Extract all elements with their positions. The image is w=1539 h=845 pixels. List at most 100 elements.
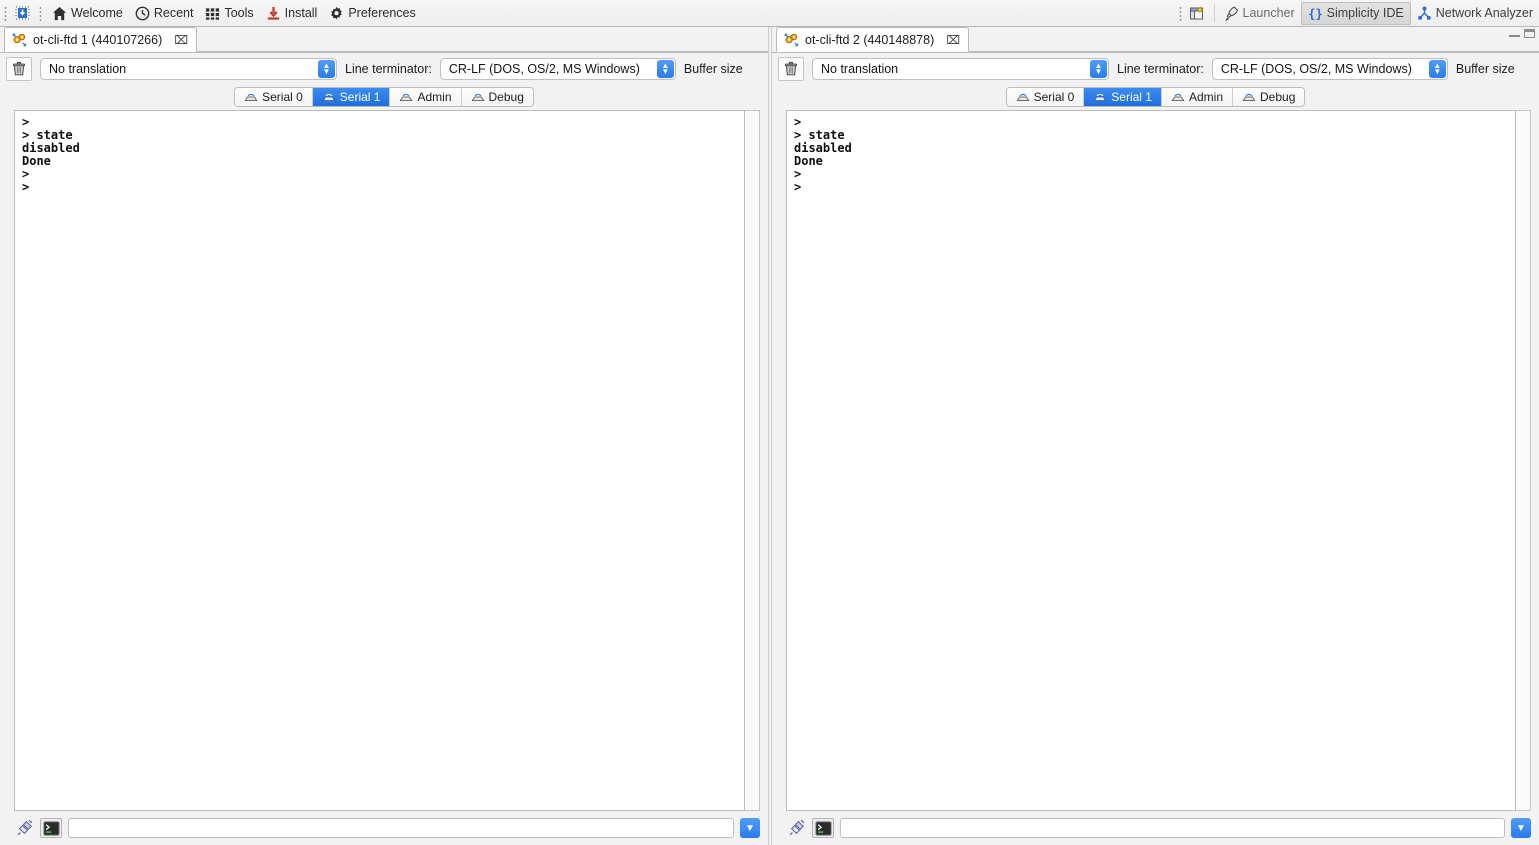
terminal-area-2: > > state disabled Done > > <box>786 110 1531 811</box>
line-terminator-label-2: Line terminator: <box>1117 61 1204 76</box>
minimize-icon[interactable] <box>1509 30 1520 37</box>
perspective-simplicity-ide[interactable]: {} Simplicity IDE <box>1300 1 1411 25</box>
serial-segment-group-1: Serial 0 Serial 1 Admin Debug <box>234 87 534 107</box>
download-icon <box>266 6 281 21</box>
toolbar-separator <box>1213 4 1215 22</box>
toolbar-item-install-label: Install <box>284 6 318 20</box>
perspective-launcher-label: Launcher <box>1242 6 1295 20</box>
editor-tabstrip-1: ot-cli-ftd 1 (440107266) ⌧ <box>0 27 768 53</box>
serial-tab-label: Debug <box>488 90 524 104</box>
serial-tab-label: Admin <box>417 90 452 104</box>
grid-icon <box>205 6 220 21</box>
toolbar-item-welcome-label: Welcome <box>71 6 123 20</box>
close-icon[interactable]: ⌧ <box>174 34 188 46</box>
editor-split-area: ot-cli-ftd 1 (440107266) ⌧ No translatio… <box>0 27 1539 845</box>
terminal-vscrollbar-2[interactable] <box>1516 110 1531 811</box>
translation-combo-value-2: No translation <box>821 61 899 76</box>
console-prompt-icon <box>814 820 832 836</box>
translation-combo-2[interactable]: No translation ▲ ▼ <box>812 57 1109 80</box>
console-prompt-icon-button-1[interactable] <box>40 818 62 838</box>
home-icon <box>52 6 67 21</box>
serial-tab-serial-1-p2[interactable]: Serial 1 <box>1084 88 1162 106</box>
toolbar-grip-2[interactable] <box>38 4 43 22</box>
terminal-output-text-2: > > state disabled Done > > <box>794 115 852 194</box>
chevron-down-icon[interactable]: ▼ <box>740 818 760 838</box>
toolbar-item-welcome[interactable]: Welcome <box>46 2 129 25</box>
terminal-output-box-2[interactable]: > > state disabled Done > > <box>786 110 1516 811</box>
perspective-network-analyzer[interactable]: Network Analyzer <box>1411 2 1539 25</box>
braces-icon: {} <box>1308 6 1323 21</box>
line-terminator-combo-value-1: CR-LF (DOS, OS/2, MS Windows) <box>448 61 640 76</box>
translation-combo-value-1: No translation <box>49 61 127 76</box>
main-toolbar: Welcome Recent Tools Install Preferences… <box>0 0 1539 27</box>
serial-port-icon <box>1016 92 1030 103</box>
terminal-output-text-1: > > state disabled Done > > <box>22 115 80 194</box>
clock-icon <box>135 6 150 21</box>
serial-port-icon <box>1093 92 1107 103</box>
maximize-icon[interactable] <box>1524 29 1535 38</box>
chevron-updown-icon: ▲ ▼ <box>318 59 335 78</box>
gear-icon <box>329 6 344 21</box>
translation-combo-1[interactable]: No translation ▲ ▼ <box>40 57 337 80</box>
perspective-launcher[interactable]: Launcher <box>1219 2 1301 25</box>
rocket-icon <box>1224 6 1239 21</box>
editor-tab-label-2: ot-cli-ftd 2 (440148878) <box>805 32 935 47</box>
serial-tab-serial-0-p2[interactable]: Serial 0 <box>1006 88 1085 106</box>
toolbar-item-recent[interactable]: Recent <box>129 2 200 25</box>
serial-port-icon <box>399 92 413 103</box>
line-terminator-label-1: Line terminator: <box>345 61 432 76</box>
toolbar-item-install[interactable]: Install <box>260 2 324 25</box>
line-terminator-combo-2[interactable]: CR-LF (DOS, OS/2, MS Windows) ▲ ▼ <box>1211 57 1448 80</box>
install-chip-icon[interactable] <box>11 3 35 24</box>
toolbar-item-tools[interactable]: Tools <box>199 2 259 25</box>
command-input-1[interactable] <box>68 818 734 838</box>
plug-icon[interactable] <box>788 819 806 837</box>
clear-console-button-1[interactable] <box>6 56 32 81</box>
network-icon <box>1417 5 1432 21</box>
terminal-output-box-1[interactable]: > > state disabled Done > > <box>14 110 745 811</box>
new-perspective-icon[interactable] <box>1186 3 1210 24</box>
close-icon[interactable]: ⌧ <box>946 34 960 46</box>
chevron-down-icon[interactable]: ▼ <box>1511 818 1531 838</box>
serial-port-icon <box>244 92 258 103</box>
serial-tab-label: Serial 0 <box>1033 90 1075 104</box>
editor-tabstrip-2: ot-cli-ftd 2 (440148878) ⌧ <box>772 27 1539 53</box>
command-input-row-1: ▼ <box>0 811 768 845</box>
toolbar-item-preferences[interactable]: Preferences <box>323 2 421 25</box>
console-prompt-icon-button-2[interactable] <box>812 818 834 838</box>
terminal-area-1: > > state disabled Done > > <box>14 110 760 811</box>
trash-icon <box>11 61 27 77</box>
perspective-simplicity-ide-label: Simplicity IDE <box>1326 6 1404 20</box>
console-config-row-1: No translation ▲ ▼ Line terminator: CR-LF… <box>0 53 768 84</box>
console-panel-1: ot-cli-ftd 1 (440107266) ⌧ No translatio… <box>0 27 768 845</box>
serial-port-icon <box>471 92 485 103</box>
toolbar-item-recent-label: Recent <box>153 6 194 20</box>
toolbar-right-group: Launcher {} Simplicity IDE Network Analy… <box>1175 0 1539 26</box>
serial-segment-group-2: Serial 0 Serial 1 Admin Debug <box>1005 87 1306 107</box>
editor-tab-ot-cli-ftd-1[interactable]: ot-cli-ftd 1 (440107266) ⌧ <box>4 27 198 52</box>
perspective-network-analyzer-label: Network Analyzer <box>1435 6 1533 20</box>
serial-tab-admin-p2[interactable]: Admin <box>1161 88 1233 106</box>
toolbar-item-preferences-label: Preferences <box>348 6 416 20</box>
command-input-2[interactable] <box>840 818 1505 838</box>
clear-console-button-2[interactable] <box>778 56 804 81</box>
serial-tab-label: Serial 1 <box>1111 90 1152 104</box>
editor-tab-label-1: ot-cli-ftd 1 (440107266) <box>33 32 163 47</box>
serial-port-icon <box>1242 92 1256 103</box>
serial-tab-serial-0-p1[interactable]: Serial 0 <box>235 88 313 106</box>
serial-tab-label: Serial 0 <box>262 90 303 104</box>
line-terminator-combo-1[interactable]: CR-LF (DOS, OS/2, MS Windows) ▲ ▼ <box>439 57 676 80</box>
serial-tab-debug-p2[interactable]: Debug <box>1233 88 1305 106</box>
toolbar-grip[interactable] <box>3 4 8 22</box>
terminal-vscrollbar-1[interactable] <box>745 110 760 811</box>
serial-tab-debug-p1[interactable]: Debug <box>461 88 533 106</box>
console-gears-icon <box>12 33 27 47</box>
editor-tab-ot-cli-ftd-2[interactable]: ot-cli-ftd 2 (440148878) ⌧ <box>776 27 970 52</box>
command-input-row-2: ▼ <box>772 811 1539 845</box>
serial-tab-serial-1-p1[interactable]: Serial 1 <box>312 88 391 106</box>
plug-icon[interactable] <box>16 819 34 837</box>
console-config-row-2: No translation ▲ ▼ Line terminator: CR-LF… <box>772 53 1539 84</box>
serial-port-icon <box>1171 92 1185 103</box>
serial-tab-admin-p1[interactable]: Admin <box>390 88 462 106</box>
perspective-grip[interactable] <box>1177 4 1183 22</box>
